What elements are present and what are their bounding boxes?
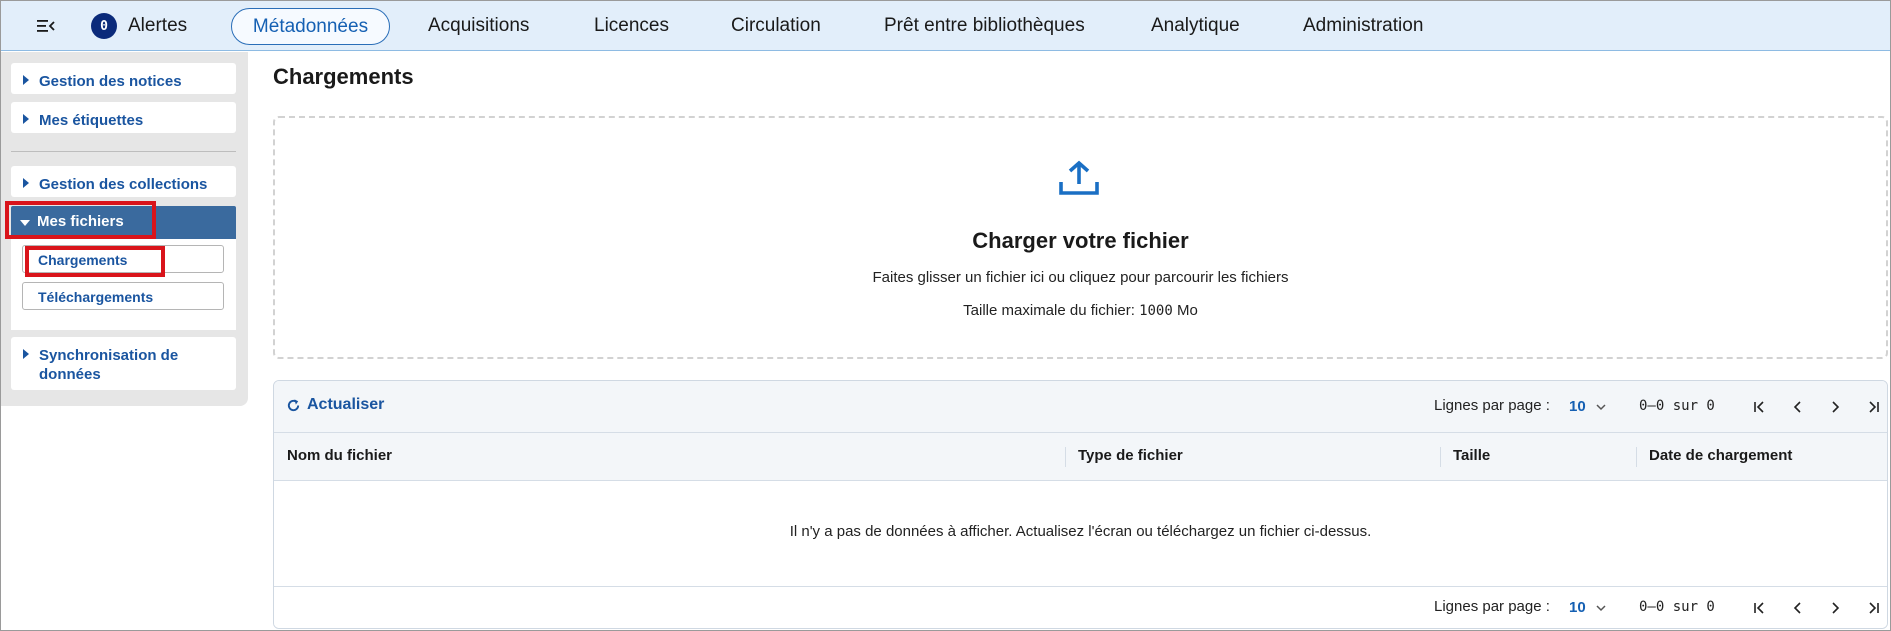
nav-circulation[interactable]: Circulation <box>731 1 821 51</box>
column-separator <box>1636 447 1637 467</box>
uploads-table: Actualiser Lignes par page : 10 0–0 sur … <box>273 380 1888 629</box>
chevron-down-icon[interactable] <box>1596 402 1606 412</box>
sidebar-item-label: Gestion des notices <box>39 73 182 90</box>
prev-page-icon[interactable] <box>1788 397 1808 417</box>
nav-pret-entre-bibliotheques[interactable]: Prêt entre bibliothèques <box>884 1 1085 51</box>
sidebar-item-gestion-des-notices[interactable]: Gestion des notices <box>11 63 236 94</box>
next-page-icon[interactable] <box>1825 598 1845 618</box>
empty-table-message: Il n'y a pas de données à afficher. Actu… <box>789 523 1372 540</box>
highlight-box-chargements <box>25 246 165 277</box>
highlight-box-mes-fichiers <box>5 201 156 239</box>
caret-right-icon <box>23 178 29 188</box>
rows-per-page-label: Lignes par page : <box>1434 397 1550 414</box>
last-page-icon[interactable] <box>1863 397 1883 417</box>
column-separator <box>1440 447 1441 467</box>
top-nav-bar: 0 Alertes Métadonnées Acquisitions Licen… <box>1 1 1890 51</box>
first-page-icon[interactable] <box>1750 598 1770 618</box>
max-size-value: 1000 <box>1139 303 1173 319</box>
menu-collapse-icon[interactable] <box>35 15 57 37</box>
nav-alertes[interactable]: Alertes <box>128 1 187 51</box>
nav-administration[interactable]: Administration <box>1303 1 1423 51</box>
dropzone-max-size: Taille maximale du fichier: 1000 Mo <box>273 302 1888 319</box>
column-header-type-de-fichier[interactable]: Type de fichier <box>1078 447 1183 464</box>
pagination-range: 0–0 sur 0 <box>1639 398 1715 414</box>
table-header: Nom du fichier Type de fichier Taille Da… <box>274 433 1887 481</box>
submenu-telechargements[interactable]: Téléchargements <box>22 282 224 310</box>
refresh-button[interactable]: Actualiser <box>286 396 384 414</box>
caret-right-icon <box>23 75 29 85</box>
max-size-unit: Mo <box>1172 302 1198 319</box>
caret-right-icon <box>23 349 29 359</box>
nav-acquisitions[interactable]: Acquisitions <box>428 1 529 51</box>
sidebar-divider <box>11 151 236 152</box>
last-page-icon[interactable] <box>1863 598 1883 618</box>
first-page-icon[interactable] <box>1750 397 1770 417</box>
sidebar-item-gestion-des-collections[interactable]: Gestion des collections <box>11 166 236 197</box>
table-footer-pagination: Lignes par page : 10 0–0 sur 0 <box>274 586 1887 628</box>
sidebar-item-label: Mes étiquettes <box>39 112 144 129</box>
sidebar-item-mes-etiquettes[interactable]: Mes étiquettes <box>11 102 236 133</box>
prev-page-icon[interactable] <box>1788 598 1808 618</box>
dropzone-title: Charger votre fichier <box>972 228 1189 253</box>
column-header-taille[interactable]: Taille <box>1453 447 1490 464</box>
refresh-label: Actualiser <box>307 396 385 413</box>
nav-metadonnees[interactable]: Métadonnées <box>231 8 390 45</box>
upload-icon <box>1059 160 1099 195</box>
nav-licences[interactable]: Licences <box>594 1 669 51</box>
rows-per-page-select[interactable]: 10 <box>1569 398 1586 415</box>
column-header-nom-du-fichier[interactable]: Nom du fichier <box>287 447 392 464</box>
column-separator <box>1065 447 1066 467</box>
rows-per-page-label: Lignes par page : <box>1434 598 1550 615</box>
max-size-prefix: Taille maximale du fichier: <box>963 302 1140 319</box>
sidebar-item-label: Gestion des collections <box>39 176 208 193</box>
sidebar-item-label: Synchronisation de données <box>39 347 179 383</box>
nav-analytique[interactable]: Analytique <box>1151 1 1240 51</box>
page-title: Chargements <box>273 64 414 89</box>
pagination-range: 0–0 sur 0 <box>1639 599 1715 615</box>
table-toolbar: Actualiser Lignes par page : 10 0–0 sur … <box>274 381 1887 433</box>
chevron-down-icon[interactable] <box>1596 603 1606 613</box>
submenu-label: Téléchargements <box>38 289 154 305</box>
column-header-date-de-chargement[interactable]: Date de chargement <box>1649 447 1792 464</box>
dropzone-instructions: Faites glisser un fichier ici ou cliquez… <box>872 269 1289 286</box>
sidebar-item-synchronisation[interactable]: Synchronisation de données <box>11 337 236 390</box>
caret-right-icon <box>23 114 29 124</box>
next-page-icon[interactable] <box>1825 397 1845 417</box>
alert-count-badge[interactable]: 0 <box>91 13 117 39</box>
refresh-icon <box>287 398 300 411</box>
rows-per-page-select[interactable]: 10 <box>1569 599 1586 616</box>
